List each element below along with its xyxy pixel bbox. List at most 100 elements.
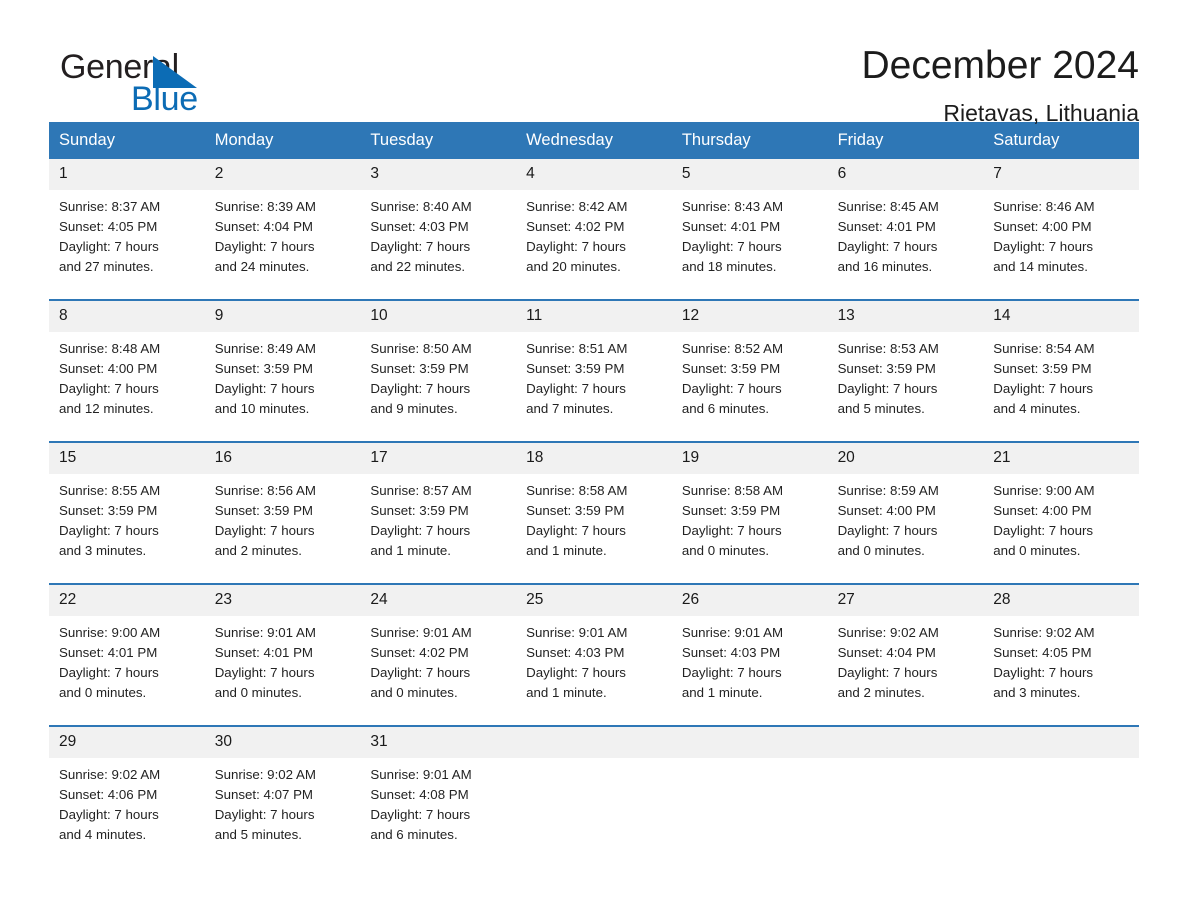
day-number-empty (671, 727, 828, 758)
daylight-text-line2: and 4 minutes. (59, 827, 147, 842)
day-number[interactable]: 15 (49, 443, 205, 474)
day-number[interactable]: 24 (360, 585, 517, 616)
daylight-text-line1: Daylight: 7 hours (993, 523, 1094, 538)
day-number[interactable]: 16 (204, 443, 361, 474)
day-number[interactable]: 3 (360, 159, 517, 190)
sunset-text: Sunset: 4:01 PM (681, 219, 781, 234)
day-number[interactable]: 25 (516, 585, 672, 616)
week-gap (49, 561, 1139, 583)
sunrise-text: Sunrise: 8:55 AM (59, 483, 161, 498)
day-number[interactable]: 8 (49, 301, 205, 332)
day-number[interactable]: 22 (49, 585, 205, 616)
daylight-text-line1: Daylight: 7 hours (526, 665, 626, 680)
weekday-header-tuesday: Tuesday (370, 131, 434, 149)
day-cell: Sunrise: 8:54 AM Sunset: 3:59 PM Dayligh… (983, 332, 1139, 419)
daylight-text-line1: Daylight: 7 hours (837, 239, 938, 254)
day-cell: Sunrise: 8:55 AM Sunset: 3:59 PM Dayligh… (49, 474, 205, 561)
daylight-text-line2: and 3 minutes. (993, 685, 1081, 700)
day-number-empty (516, 727, 672, 758)
sunset-text: Sunset: 4:06 PM (59, 787, 158, 802)
daylight-text-line2: and 0 minutes. (370, 685, 458, 700)
weekday-header-wednesday: Wednesday (526, 131, 613, 149)
day-number[interactable]: 9 (204, 301, 361, 332)
sunrise-text: Sunrise: 8:58 AM (681, 483, 784, 498)
sunrise-text: Sunrise: 9:01 AM (370, 767, 472, 782)
day-number[interactable]: 11 (516, 301, 672, 332)
day-number[interactable]: 4 (516, 159, 672, 190)
day-cell: Sunrise: 9:01 AM Sunset: 4:03 PM Dayligh… (672, 616, 828, 703)
daylight-text-line2: and 5 minutes. (837, 401, 925, 416)
sunrise-text: Sunrise: 8:53 AM (837, 341, 939, 356)
day-number[interactable]: 26 (671, 585, 828, 616)
daylight-text-line2: and 1 minute. (681, 685, 763, 700)
day-number-empty (983, 727, 1139, 758)
daylight-text-line2: and 9 minutes. (370, 401, 458, 416)
day-number[interactable]: 13 (827, 301, 984, 332)
day-number[interactable]: 28 (983, 585, 1139, 616)
day-cell: Sunrise: 9:01 AM Sunset: 4:08 PM Dayligh… (360, 758, 516, 845)
sunrise-text: Sunrise: 8:40 AM (370, 199, 472, 214)
sunset-text: Sunset: 3:59 PM (681, 361, 781, 376)
day-cell: Sunrise: 8:45 AM Sunset: 4:01 PM Dayligh… (828, 190, 984, 277)
day-cell: Sunrise: 8:57 AM Sunset: 3:59 PM Dayligh… (360, 474, 516, 561)
day-number[interactable]: 7 (983, 159, 1139, 190)
day-number[interactable]: 18 (516, 443, 672, 474)
title-block: December 2024 Rietavas, Lithuania (862, 44, 1140, 127)
daylight-text-line1: Daylight: 7 hours (681, 523, 782, 538)
day-number[interactable]: 30 (204, 727, 361, 758)
sunset-text: Sunset: 4:08 PM (370, 787, 469, 802)
day-number[interactable]: 20 (827, 443, 984, 474)
day-number[interactable]: 5 (671, 159, 828, 190)
day-cell: Sunrise: 8:56 AM Sunset: 3:59 PM Dayligh… (205, 474, 361, 561)
sunset-text: Sunset: 4:01 PM (837, 219, 936, 234)
daylight-text-line1: Daylight: 7 hours (837, 381, 938, 396)
sunrise-text: Sunrise: 9:00 AM (993, 483, 1095, 498)
day-number[interactable]: 12 (671, 301, 828, 332)
daylight-text-line2: and 0 minutes. (681, 543, 770, 558)
daylight-text-line2: and 0 minutes. (837, 543, 925, 558)
daylight-text-line2: and 27 minutes. (59, 259, 154, 274)
weekday-header-monday: Monday (214, 131, 274, 149)
day-number[interactable]: 10 (360, 301, 517, 332)
sunset-text: Sunset: 3:59 PM (214, 503, 314, 518)
daylight-text-line2: and 5 minutes. (214, 827, 302, 842)
day-number[interactable]: 31 (360, 727, 517, 758)
sunset-text: Sunset: 4:03 PM (370, 219, 469, 234)
sunset-text: Sunset: 4:01 PM (59, 645, 158, 660)
sunset-text: Sunset: 3:59 PM (526, 503, 625, 518)
daylight-text-line1: Daylight: 7 hours (837, 523, 938, 538)
calendar-week-row: 8 9 10 11 12 13 14 Sunrise: 8:48 AM Suns… (49, 299, 1139, 419)
day-cell: Sunrise: 8:51 AM Sunset: 3:59 PM Dayligh… (516, 332, 672, 419)
sunrise-text: Sunrise: 8:57 AM (370, 483, 472, 498)
daylight-text-line1: Daylight: 7 hours (59, 665, 159, 680)
calendar-week-row: 1 2 3 4 5 6 7 Sunrise: 8:37 AM Sunset: 4… (49, 159, 1139, 277)
sunset-text: Sunset: 4:02 PM (370, 645, 469, 660)
day-number[interactable]: 2 (204, 159, 361, 190)
daylight-text-line1: Daylight: 7 hours (526, 381, 626, 396)
daylight-text-line2: and 24 minutes. (214, 259, 310, 274)
day-number[interactable]: 29 (49, 727, 205, 758)
day-cell: Sunrise: 9:02 AM Sunset: 4:04 PM Dayligh… (828, 616, 984, 703)
day-number[interactable]: 21 (983, 443, 1139, 474)
day-number[interactable]: 6 (827, 159, 984, 190)
daylight-text-line1: Daylight: 7 hours (681, 665, 782, 680)
sunset-text: Sunset: 4:05 PM (59, 219, 158, 234)
day-number[interactable]: 19 (671, 443, 828, 474)
sunrise-text: Sunrise: 8:46 AM (993, 199, 1095, 214)
brand-name-blue: Blue (131, 80, 198, 118)
sunset-text: Sunset: 4:00 PM (59, 361, 158, 376)
daylight-text-line1: Daylight: 7 hours (370, 523, 471, 538)
daylight-text-line2: and 12 minutes. (59, 401, 154, 416)
week-gap (49, 419, 1139, 441)
day-number[interactable]: 27 (827, 585, 984, 616)
day-number[interactable]: 23 (204, 585, 361, 616)
day-number[interactable]: 1 (49, 159, 205, 190)
day-cell: Sunrise: 8:42 AM Sunset: 4:02 PM Dayligh… (516, 190, 672, 277)
day-number[interactable]: 14 (983, 301, 1139, 332)
day-cell: Sunrise: 8:59 AM Sunset: 4:00 PM Dayligh… (828, 474, 984, 561)
week-gap (49, 703, 1139, 725)
week-gap (49, 277, 1139, 299)
day-number[interactable]: 17 (360, 443, 517, 474)
generalblue-logo[interactable]: General Blue (49, 44, 249, 120)
day-number-row: 29 30 31 (49, 727, 1139, 758)
